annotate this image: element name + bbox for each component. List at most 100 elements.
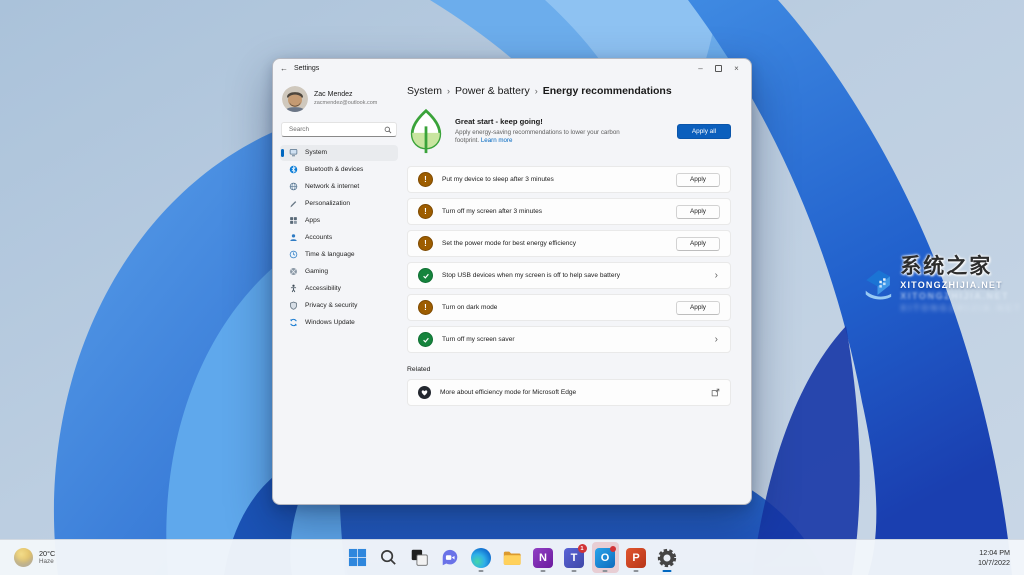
- recommendation-row-sleep[interactable]: ! Put my device to sleep after 3 minutes…: [407, 166, 731, 193]
- minimize-button[interactable]: –: [693, 62, 708, 75]
- sidebar-item-accessibility[interactable]: Accessibility: [280, 281, 398, 297]
- apply-button[interactable]: Apply: [676, 237, 720, 251]
- check-icon: [418, 332, 433, 347]
- sidebar-item-privacy-security[interactable]: Privacy & security: [280, 298, 398, 314]
- bluetooth-icon: [289, 165, 298, 174]
- sidebar-item-label: Apps: [305, 217, 320, 224]
- weather-temperature: 20°C: [39, 549, 55, 558]
- recommendation-row-power-mode[interactable]: ! Set the power mode for best energy eff…: [407, 230, 731, 257]
- breadcrumb-system[interactable]: System: [407, 85, 442, 97]
- running-indicator: [541, 570, 546, 572]
- recommendation-label: Stop USB devices when my screen is off t…: [442, 272, 620, 279]
- clock-date: 10/7/2022: [978, 558, 1010, 568]
- notification-dot: [610, 546, 616, 552]
- sidebar-item-accounts[interactable]: Accounts: [280, 230, 398, 246]
- search-button[interactable]: [375, 542, 402, 573]
- sidebar-item-personalization[interactable]: Personalization: [280, 196, 398, 212]
- apply-button[interactable]: Apply: [676, 301, 720, 315]
- file-explorer-button[interactable]: [499, 542, 526, 573]
- teams-button[interactable]: T 1: [561, 542, 588, 573]
- settings-window: ← Settings – × Zac: [272, 58, 752, 505]
- breadcrumb-separator: ›: [447, 86, 450, 96]
- close-button[interactable]: ×: [729, 62, 744, 75]
- apply-button[interactable]: Apply: [676, 173, 720, 187]
- user-email: zacmendez@outlook.com: [314, 100, 377, 107]
- sidebar-item-gaming[interactable]: Gaming: [280, 264, 398, 280]
- energy-banner: Great start - keep going! Apply energy-s…: [407, 108, 731, 154]
- sidebar-item-bluetooth-devices[interactable]: Bluetooth & devices: [280, 162, 398, 178]
- clock-time: 12:04 PM: [979, 548, 1010, 558]
- start-button[interactable]: [344, 542, 371, 573]
- banner-title: Great start - keep going!: [455, 117, 623, 127]
- breadcrumb-power-battery[interactable]: Power & battery: [455, 85, 530, 97]
- breadcrumb: System › Power & battery › Energy recomm…: [407, 85, 731, 97]
- sidebar-item-label: Time & language: [305, 251, 355, 258]
- sidebar: Zac Mendez zacmendez@outlook.com Sy: [273, 78, 405, 504]
- onenote-icon: N: [533, 548, 553, 568]
- recommendation-label: Turn off my screen after 3 minutes: [442, 208, 542, 215]
- edge-efficiency-icon: [418, 386, 431, 399]
- task-view-icon: [410, 548, 429, 567]
- onenote-button[interactable]: N: [530, 542, 557, 573]
- search-input[interactable]: [287, 125, 384, 134]
- settings-taskbar-button[interactable]: [654, 542, 681, 573]
- active-running-indicator: [663, 570, 672, 572]
- recommendation-row-dark-mode[interactable]: ! Turn on dark mode Apply: [407, 294, 731, 321]
- window-title: Settings: [294, 65, 319, 72]
- haze-weather-icon: [14, 548, 33, 567]
- main-content: System › Power & battery › Energy recomm…: [405, 78, 751, 504]
- titlebar[interactable]: ← Settings – ×: [273, 59, 751, 78]
- search-icon: [379, 548, 398, 567]
- running-indicator: [479, 570, 484, 572]
- related-label: More about efficiency mode for Microsoft…: [440, 389, 576, 396]
- chevron-right-icon[interactable]: ›: [715, 335, 720, 345]
- outlook-button[interactable]: O: [592, 542, 619, 573]
- sidebar-item-network-internet[interactable]: Network & internet: [280, 179, 398, 195]
- back-icon[interactable]: ←: [280, 64, 294, 73]
- brush-icon: [289, 199, 298, 208]
- weather-condition: Haze: [39, 558, 55, 566]
- running-indicator: [572, 570, 577, 572]
- powerpoint-icon: P: [626, 548, 646, 568]
- maximize-button[interactable]: [711, 62, 726, 75]
- maximize-icon: [715, 65, 722, 72]
- folder-icon: [502, 548, 522, 568]
- globe-icon: [289, 182, 298, 191]
- running-indicator: [634, 570, 639, 572]
- sidebar-item-apps[interactable]: Apps: [280, 213, 398, 229]
- recommendation-row-screen-off[interactable]: ! Turn off my screen after 3 minutes App…: [407, 198, 731, 225]
- leaf-progress-icon: [407, 108, 445, 154]
- chat-button[interactable]: [437, 542, 464, 573]
- recommendation-row-usb[interactable]: Stop USB devices when my screen is off t…: [407, 262, 731, 289]
- sidebar-item-windows-update[interactable]: Windows Update: [280, 315, 398, 331]
- taskbar-clock[interactable]: 12:04 PM 10/7/2022: [974, 540, 1014, 575]
- breadcrumb-separator: ›: [535, 86, 538, 96]
- sidebar-item-system[interactable]: System: [280, 145, 398, 161]
- sidebar-item-label: Accounts: [305, 234, 332, 241]
- recommendation-list: ! Put my device to sleep after 3 minutes…: [407, 166, 731, 353]
- related-row-edge-efficiency[interactable]: More about efficiency mode for Microsoft…: [407, 379, 731, 406]
- widgets-weather-button[interactable]: 20°C Haze: [8, 540, 61, 575]
- edge-button[interactable]: [468, 542, 495, 573]
- task-view-button[interactable]: [406, 542, 433, 573]
- learn-more-link[interactable]: Learn more: [481, 137, 513, 144]
- account-summary[interactable]: Zac Mendez zacmendez@outlook.com: [280, 84, 398, 112]
- windows-logo-icon: [348, 548, 367, 567]
- powerpoint-button[interactable]: P: [623, 542, 650, 573]
- search-box[interactable]: [281, 122, 397, 137]
- sidebar-item-time-language[interactable]: Time & language: [280, 247, 398, 263]
- page-title: Energy recommendations: [543, 85, 672, 97]
- external-link-icon[interactable]: [711, 388, 720, 397]
- person-icon: [289, 233, 298, 242]
- xitongzhijia-logo-icon: [862, 256, 894, 308]
- banner-description: Apply energy-saving recommendations to l…: [455, 129, 623, 146]
- shield-icon: [289, 301, 298, 310]
- edge-icon: [471, 548, 491, 568]
- sidebar-nav: System Bluetooth & devices Network: [280, 144, 398, 331]
- recommendation-row-screen-saver[interactable]: Turn off my screen saver ›: [407, 326, 731, 353]
- apply-all-button[interactable]: Apply all: [677, 124, 731, 139]
- taskbar-center: N T 1 O P: [344, 542, 681, 573]
- apps-grid-icon: [289, 216, 298, 225]
- apply-button[interactable]: Apply: [676, 205, 720, 219]
- chevron-right-icon[interactable]: ›: [715, 271, 720, 281]
